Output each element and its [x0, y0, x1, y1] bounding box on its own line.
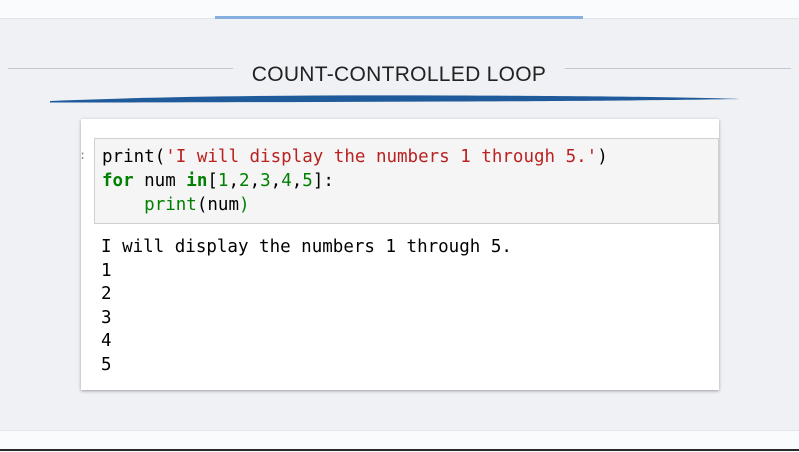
code-line-1: print('I will display the numbers 1 thro…	[102, 145, 608, 169]
code-token-number: 4	[281, 171, 292, 191]
title-rule-right	[565, 68, 791, 69]
output-line: 5	[101, 354, 112, 375]
code-token-number: 1	[217, 171, 229, 191]
cell-prompt-marker: :	[79, 148, 87, 162]
code-token-number: 3	[260, 171, 271, 191]
code-token-bracket: ]:	[312, 171, 334, 191]
code-line-3: print(num)	[102, 193, 608, 217]
output-line: 1	[101, 260, 112, 281]
output-line: I will display the numbers 1 through 5.	[101, 237, 512, 257]
top-accent-bar	[215, 16, 583, 19]
code-token-variable: num	[133, 171, 187, 191]
code-token-comma: ,	[228, 171, 240, 191]
code-token-indent	[102, 195, 144, 215]
code-token-paren: )	[239, 195, 250, 215]
code-token-print: print	[144, 195, 197, 215]
code-block: print('I will display the numbers 1 thro…	[102, 145, 608, 217]
code-token-string: 'I will display the numbers 1 through 5.…	[165, 147, 598, 167]
code-token-keyword-in: in	[186, 171, 208, 191]
code-token-comma: ,	[291, 171, 303, 191]
code-token-comma: ,	[249, 171, 261, 191]
code-token-comma: ,	[270, 171, 282, 191]
code-token-argument: num	[207, 195, 239, 215]
slide-title: COUNT-CONTROLLED LOOP	[251, 63, 547, 86]
code-token-bracket: [	[207, 171, 218, 191]
code-line-2: for num in[1,2,3,4,5]:	[102, 169, 608, 193]
output-line: 3	[101, 307, 112, 328]
code-token-paren: (	[154, 147, 166, 167]
title-rule-left	[8, 68, 233, 69]
output-line: 4	[101, 331, 112, 352]
output-line: 2	[101, 284, 112, 305]
code-token-print: print	[102, 147, 155, 167]
code-token-paren: )	[597, 147, 608, 167]
code-token-number: 2	[239, 171, 250, 191]
code-token-keyword-for: for	[102, 171, 134, 191]
code-token-number: 5	[302, 171, 313, 191]
swoosh-shape	[50, 95, 740, 103]
title-swoosh-decoration	[50, 95, 740, 103]
code-token-paren: (	[196, 195, 208, 215]
cell-output: I will display the numbers 1 through 5. 1…	[101, 236, 512, 378]
